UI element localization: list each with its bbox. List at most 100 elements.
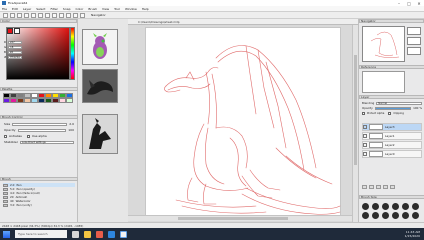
select-icon[interactable] xyxy=(31,12,36,18)
file-explorer-icon[interactable] xyxy=(84,230,91,238)
palette-swatch[interactable] xyxy=(10,98,17,103)
zoom-icon[interactable] xyxy=(80,12,85,18)
store-icon[interactable] xyxy=(108,230,115,238)
eye-icon[interactable] xyxy=(363,134,367,138)
brush-size-preset[interactable] xyxy=(362,203,369,210)
main-color-swatch[interactable] xyxy=(7,28,13,34)
navigator-thumbnail[interactable] xyxy=(407,47,421,55)
vertical-scroll-thumb[interactable] xyxy=(354,55,357,165)
blending-select[interactable]: Normal xyxy=(376,101,422,105)
gradient-icon[interactable] xyxy=(24,12,29,18)
red-input[interactable]: 227 xyxy=(7,40,22,44)
brush-size-preset[interactable] xyxy=(402,212,409,219)
menu-view[interactable]: View xyxy=(102,7,109,11)
duplicate-icon[interactable] xyxy=(376,185,381,189)
brush-size-preset[interactable] xyxy=(392,212,399,219)
navigator-preview[interactable] xyxy=(362,26,405,62)
layer-item[interactable]: Layer2 xyxy=(362,141,422,149)
merge-icon[interactable] xyxy=(383,185,388,189)
protect-alpha-checkbox[interactable] xyxy=(362,111,365,115)
reference-image-dragon-silhouette[interactable] xyxy=(82,114,118,154)
right-panel: Navigator Reference Layer Blending Norma… xyxy=(358,19,424,222)
reference-image-dragon-sculpture[interactable] xyxy=(82,69,118,103)
brush-size-preset[interactable] xyxy=(362,212,369,219)
palette-swatch[interactable] xyxy=(24,98,31,103)
palette-swatch[interactable] xyxy=(3,98,10,103)
bucket-icon[interactable] xyxy=(17,12,22,18)
menu-help[interactable]: Help xyxy=(142,7,149,11)
brush-size-preset[interactable] xyxy=(392,203,399,210)
navigator-thumbnail[interactable] xyxy=(407,37,421,45)
use-alpha-checkbox[interactable] xyxy=(26,134,30,138)
brush-size-preset[interactable] xyxy=(372,212,379,219)
brush-size-preset[interactable] xyxy=(412,212,419,219)
antialias-checkbox[interactable] xyxy=(4,134,7,138)
brush-opacity-slider[interactable] xyxy=(17,128,67,132)
navigator-thumbnail[interactable] xyxy=(407,27,421,35)
text-icon[interactable] xyxy=(73,12,78,18)
opacity-slider[interactable] xyxy=(374,106,412,110)
wand-icon[interactable] xyxy=(45,12,50,18)
brush-size-slider[interactable] xyxy=(12,122,68,126)
windows-start-icon[interactable] xyxy=(3,230,10,238)
firealpaca-taskbar-icon[interactable] xyxy=(120,230,127,238)
menu-color[interactable]: Color xyxy=(75,7,83,11)
menu-edit[interactable]: Edit xyxy=(12,7,18,11)
brush-size-preset[interactable] xyxy=(372,203,379,210)
green-input[interactable]: 18 xyxy=(8,45,23,49)
lasso-icon[interactable] xyxy=(38,12,43,18)
horizontal-scroll-thumb[interactable] xyxy=(178,217,288,220)
eraser-icon[interactable] xyxy=(10,12,15,18)
palette-swatch[interactable] xyxy=(17,98,24,103)
menu-snap[interactable]: Snap xyxy=(63,7,71,11)
green-field: G 18 xyxy=(4,45,26,49)
layer-item[interactable]: Layer0 xyxy=(362,150,422,158)
eye-icon[interactable] xyxy=(363,143,367,147)
menu-tool[interactable]: Tool xyxy=(114,7,120,11)
pen-icon[interactable] xyxy=(3,12,8,18)
folder-icon[interactable] xyxy=(369,185,374,189)
stabilizer-select[interactable]: Low-direct settings xyxy=(19,140,74,144)
reference-image-dragon-character[interactable] xyxy=(82,29,118,65)
eyedropper-icon[interactable] xyxy=(66,12,71,18)
move-icon[interactable] xyxy=(52,12,57,18)
layer-item[interactable]: Layer3 xyxy=(362,123,422,131)
eye-icon[interactable] xyxy=(363,152,367,156)
palette-swatch[interactable] xyxy=(38,98,45,103)
brush-size-preset[interactable] xyxy=(412,203,419,210)
reference-preview[interactable] xyxy=(362,71,405,93)
browser-icon[interactable] xyxy=(96,230,103,238)
palette-swatch[interactable] xyxy=(52,98,59,103)
clipping-checkbox[interactable] xyxy=(388,111,392,115)
palette-swatch[interactable] xyxy=(31,98,38,103)
hue-slider[interactable] xyxy=(70,27,75,80)
new-layer-icon[interactable] xyxy=(362,185,367,189)
menu-window[interactable]: Window xyxy=(125,7,137,11)
menu-filter[interactable]: Filter xyxy=(50,7,57,11)
blue-input[interactable]: 26 xyxy=(7,50,22,54)
brush-size-preset[interactable] xyxy=(402,203,409,210)
layer-item[interactable]: Layer1 xyxy=(362,132,422,140)
taskbar-search-input[interactable]: Type here to search xyxy=(15,230,67,238)
brush-size-preset[interactable] xyxy=(382,203,389,210)
brush-size-panel-header: Brush Size xyxy=(359,195,424,199)
trash-icon[interactable] xyxy=(390,185,395,189)
drawing-canvas[interactable] xyxy=(145,27,341,220)
eye-icon[interactable] xyxy=(363,125,367,129)
task-view-icon[interactable] xyxy=(72,230,79,238)
palette-swatch[interactable] xyxy=(45,98,52,103)
menu-file[interactable]: File xyxy=(2,7,7,11)
brush-item[interactable]: 3.0 Pen (unity) xyxy=(3,203,75,207)
document-path[interactable]: C:\Users\Drawings\sheet.mdp xyxy=(138,20,180,24)
brush-size-preset[interactable] xyxy=(382,212,389,219)
palette-swatch[interactable] xyxy=(66,98,73,103)
menu-brush[interactable]: Brush xyxy=(88,7,97,11)
hex-input[interactable]: E3121A xyxy=(8,55,23,59)
hand-icon[interactable] xyxy=(59,12,64,18)
menu-select[interactable]: Select xyxy=(36,7,45,11)
taskbar-clock[interactable]: 11:43 AM 1/15/2020 xyxy=(405,230,420,238)
canvas-horizontal-scrollbar[interactable] xyxy=(128,215,352,221)
palette-swatch[interactable] xyxy=(59,98,66,103)
menu-layer[interactable]: Layer xyxy=(23,7,31,11)
sub-color-swatch[interactable] xyxy=(14,28,20,34)
